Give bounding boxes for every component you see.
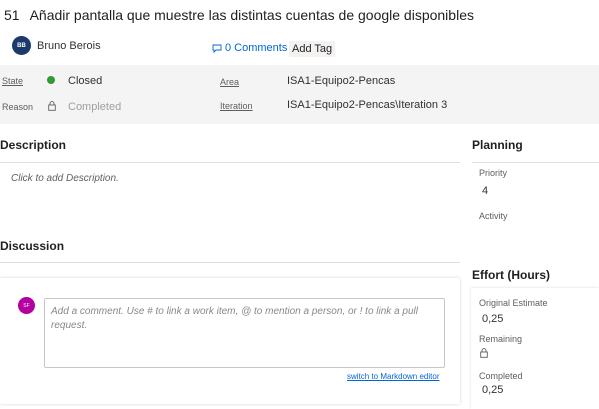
comment-icon bbox=[212, 44, 222, 53]
fields-band bbox=[0, 65, 599, 124]
comments-link[interactable]: 0 Comments bbox=[212, 42, 287, 54]
state-status-dot bbox=[47, 76, 55, 84]
work-item-title[interactable]: Añadir pantalla que muestre las distinta… bbox=[30, 7, 474, 23]
planning-title: Planning bbox=[472, 138, 523, 152]
markdown-editor-link[interactable]: switch to Markdown editor bbox=[347, 372, 439, 381]
remaining-lock-icon bbox=[480, 348, 488, 358]
area-value[interactable]: ISA1-Equipo2-Pencas bbox=[287, 75, 395, 87]
priority-value[interactable]: 4 bbox=[482, 185, 488, 197]
current-user-avatar: SF bbox=[18, 297, 35, 314]
remaining-label: Remaining bbox=[479, 334, 523, 344]
iteration-label: Iteration bbox=[220, 101, 253, 111]
description-editor[interactable]: Click to add Description. bbox=[11, 173, 119, 184]
state-value[interactable]: Closed bbox=[68, 75, 102, 87]
area-label: Area bbox=[220, 77, 240, 87]
work-item-title-row: 51 Añadir pantalla que muestre las distin… bbox=[4, 7, 474, 23]
work-item-id: 51 bbox=[4, 7, 20, 23]
description-title: Description bbox=[0, 138, 67, 152]
state-label: State bbox=[2, 76, 24, 86]
discussion-title: Discussion bbox=[0, 239, 65, 253]
original-estimate-label: Original Estimate bbox=[479, 298, 548, 308]
effort-title: Effort (Hours) bbox=[472, 268, 550, 282]
original-estimate-value[interactable]: 0,25 bbox=[482, 313, 503, 325]
comments-count: 0 Comments bbox=[225, 42, 288, 54]
completed-value[interactable]: 0,25 bbox=[482, 384, 503, 396]
author[interactable]: BB Bruno Berois bbox=[12, 36, 101, 55]
author-avatar: BB bbox=[12, 36, 31, 55]
author-name: Bruno Berois bbox=[37, 39, 101, 52]
activity-label: Activity bbox=[479, 211, 508, 221]
description-divider bbox=[0, 162, 460, 163]
discussion-divider bbox=[0, 262, 460, 263]
add-tag-button[interactable]: Add Tag bbox=[289, 41, 336, 57]
lock-icon bbox=[48, 101, 56, 111]
planning-divider bbox=[472, 162, 599, 163]
priority-label: Priority bbox=[479, 168, 508, 178]
reason-label: Reason bbox=[2, 102, 34, 112]
completed-label: Completed bbox=[479, 371, 523, 381]
iteration-value[interactable]: ISA1-Equipo2-Pencas\Iteration 3 bbox=[287, 99, 447, 111]
reason-value: Completed bbox=[68, 101, 122, 113]
comment-input[interactable]: Add a comment. Use # to link a work item… bbox=[44, 298, 445, 368]
